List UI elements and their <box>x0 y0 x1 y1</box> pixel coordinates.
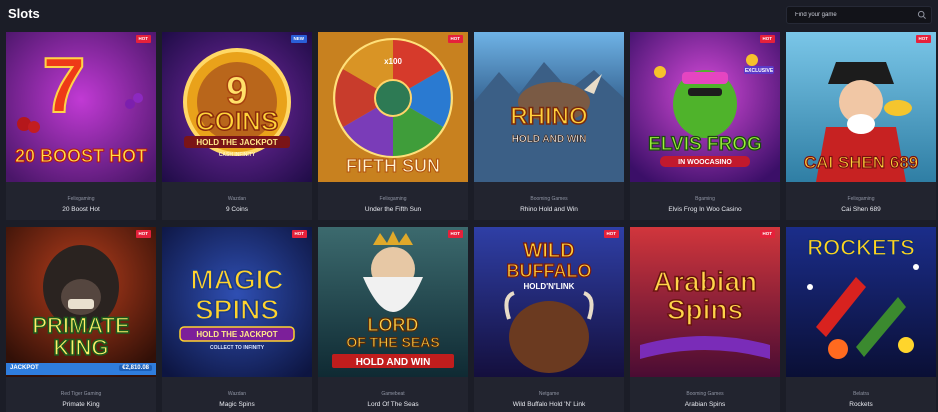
game-name[interactable]: Rhino Hold and Win <box>474 206 624 213</box>
hot-badge: HOT <box>603 230 619 238</box>
slots-header: Slots <box>0 0 938 30</box>
game-art-caption: CASH INFINITY <box>219 152 256 158</box>
hot-badge: HOT <box>291 230 307 238</box>
game-name[interactable]: 9 Coins <box>162 206 312 213</box>
game-art-caption: COLLECT TO INFINITY <box>210 345 265 351</box>
game-card-elvis-frog[interactable]: EXCLUSIVE ELVIS FROG IN WOOCASINO HOT Bg… <box>630 32 780 220</box>
game-card-20-boost-hot[interactable]: 7 20 BOOST HOT HOT Felixgaming 20 Boost … <box>6 32 156 220</box>
game-thumbnail[interactable]: LORD OF THE SEAS HOLD AND WIN <box>318 227 468 377</box>
game-name[interactable]: Cai Shen 689 <box>786 206 936 213</box>
game-card-wild-buffalo[interactable]: WILD BUFFALO HOLD'N'LINK HOT Netgame Wil… <box>474 227 624 412</box>
game-card-under-the-fifth-sun[interactable]: x100 FIFTH SUN HOT Felixgaming Under the… <box>318 32 468 220</box>
game-art-subtitle: HOLD AND WIN <box>356 357 431 368</box>
new-badge: NEW <box>290 35 307 43</box>
game-card-magic-spins[interactable]: MAGIC SPINS HOLD THE JACKPOT COLLECT TO … <box>162 227 312 412</box>
game-art-subtitle: IN WOOCASINO <box>678 159 732 166</box>
game-card-rockets[interactable]: ROCKETS Belatra Rockets <box>786 227 936 412</box>
game-provider: Felixgaming <box>847 196 875 202</box>
game-card-rhino-hold-and-win[interactable]: RHINO HOLD AND WIN Booming Games Rhino H… <box>474 32 624 220</box>
game-name[interactable]: Under the Fifth Sun <box>318 206 468 213</box>
game-art-subtitle: HOLD'N'LINK <box>524 282 575 291</box>
game-provider: Belatra <box>853 391 869 397</box>
game-art-title: LORD <box>368 315 419 335</box>
game-thumbnail[interactable]: 9 COINS HOLD THE JACKPOT CASH INFINITY <box>162 32 312 182</box>
jackpot-label: JACKPOT <box>10 365 39 371</box>
game-thumbnail[interactable]: CAI SHEN 689 <box>786 32 936 182</box>
game-art-title-2: SPINS <box>195 294 279 325</box>
hot-badge: HOT <box>759 35 775 43</box>
game-art-title: MAGIC <box>190 264 283 295</box>
game-art-title: WILD <box>523 240 574 262</box>
game-art-multiplier: x100 <box>384 57 402 66</box>
game-card-cai-shen-689[interactable]: CAI SHEN 689 HOT Felixgaming Cai Shen 68… <box>786 32 936 220</box>
game-provider: Netgame <box>538 391 560 397</box>
jackpot-amount: €2,810.08 <box>119 365 152 371</box>
game-art-subtitle: 20 BOOST HOT <box>15 146 147 166</box>
game-art-title-2: BUFFALO <box>507 261 592 281</box>
game-name[interactable]: Primate King <box>6 401 156 408</box>
exclusive-tag: EXCLUSIVE <box>745 68 774 74</box>
game-thumbnail[interactable]: ROCKETS <box>786 227 936 377</box>
game-art-title: CAI SHEN 689 <box>804 153 918 172</box>
game-provider: Wazdan <box>227 196 247 202</box>
game-name[interactable]: Arabian Spins <box>630 401 780 408</box>
game-card-lord-of-the-seas[interactable]: LORD OF THE SEAS HOLD AND WIN HOT Gamebe… <box>318 227 468 412</box>
game-art-title: ROCKETS <box>807 235 915 260</box>
game-art-title: 7 <box>42 41 85 129</box>
game-name[interactable]: Rockets <box>786 401 936 408</box>
game-thumbnail[interactable]: PRIMATE KING <box>6 227 156 377</box>
game-art-subtitle: HOLD AND WIN <box>512 134 587 145</box>
game-name[interactable]: Magic Spins <box>162 401 312 408</box>
search-box[interactable] <box>786 6 932 24</box>
game-art-title: ELVIS FROG <box>648 134 762 155</box>
hot-badge: HOT <box>135 35 151 43</box>
game-name[interactable]: Lord Of The Seas <box>318 401 468 408</box>
jackpot-bar: JACKPOT €2,810.08 <box>6 363 156 375</box>
game-art-subtitle: HOLD THE JACKPOT <box>196 138 277 147</box>
game-art-subtitle: HOLD THE JACKPOT <box>196 330 277 339</box>
game-thumbnail[interactable]: WILD BUFFALO HOLD'N'LINK <box>474 227 624 377</box>
game-card-primate-king[interactable]: PRIMATE KING JACKPOT €2,810.08 HOT Red T… <box>6 227 156 412</box>
page-title: Slots <box>8 6 40 21</box>
hot-badge: HOT <box>135 230 151 238</box>
game-thumbnail[interactable]: EXCLUSIVE ELVIS FROG IN WOOCASINO <box>630 32 780 182</box>
game-art-title: COINS <box>196 106 278 136</box>
game-art-title: FIFTH SUN <box>346 156 440 176</box>
game-provider: Bgaming <box>695 196 715 202</box>
search-icon[interactable] <box>917 10 927 20</box>
game-name[interactable]: 20 Boost Hot <box>6 206 156 213</box>
search-input[interactable] <box>795 9 913 21</box>
game-provider: Gamebeat <box>381 391 405 397</box>
game-thumbnail[interactable]: RHINO HOLD AND WIN <box>474 32 624 182</box>
game-provider: Booming Games <box>686 391 724 397</box>
game-provider: Booming Games <box>530 196 568 202</box>
game-thumbnail[interactable]: Arabian Spins <box>630 227 780 377</box>
game-provider: Felixgaming <box>379 196 407 202</box>
game-art-title-2: OF THE SEAS <box>346 334 439 350</box>
game-provider: Red Tiger Gaming <box>60 391 102 397</box>
game-provider: Wazdan <box>227 391 247 397</box>
hot-badge: HOT <box>447 230 463 238</box>
game-provider: Felixgaming <box>67 196 95 202</box>
game-art-title: Arabian <box>653 266 757 297</box>
hot-badge: HOT <box>915 35 931 43</box>
game-name[interactable]: Wild Buffalo Hold 'N' Link <box>474 401 624 408</box>
hot-badge: HOT <box>759 230 775 238</box>
game-art-title-2: Spins <box>667 294 743 325</box>
game-name[interactable]: Elvis Frog In Woo Casino <box>630 206 780 213</box>
hot-badge: HOT <box>447 35 463 43</box>
game-card-9-coins[interactable]: 9 COINS HOLD THE JACKPOT CASH INFINITY N… <box>162 32 312 220</box>
game-thumbnail[interactable]: MAGIC SPINS HOLD THE JACKPOT COLLECT TO … <box>162 227 312 377</box>
game-art-subtitle: KING <box>54 335 109 360</box>
game-card-arabian-spins[interactable]: Arabian Spins HOT Booming Games Arabian … <box>630 227 780 412</box>
game-thumbnail[interactable]: x100 FIFTH SUN <box>318 32 468 182</box>
game-art-title: RHINO <box>510 103 587 130</box>
game-thumbnail[interactable]: 7 20 BOOST HOT <box>6 32 156 182</box>
